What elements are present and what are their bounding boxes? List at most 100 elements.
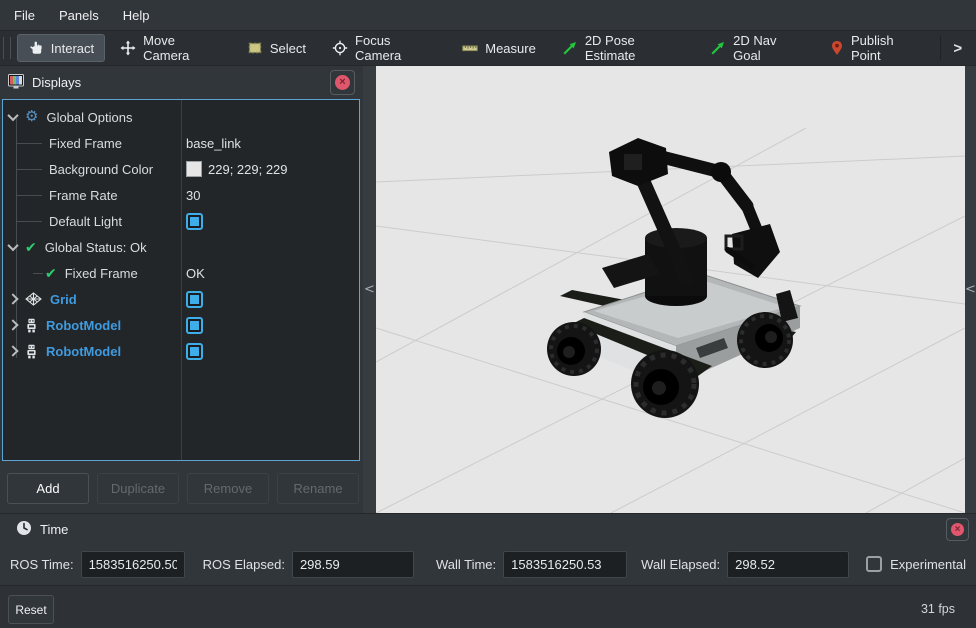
tool-label: 2D Nav Goal	[733, 33, 804, 63]
robot-icon	[25, 318, 38, 333]
tool-publish-point-button[interactable]: Publish Point	[819, 34, 934, 62]
displays-close-button[interactable]: ×	[330, 70, 355, 95]
green-arrow-icon	[710, 40, 726, 56]
clock-icon	[16, 520, 32, 539]
tree-row-robotmodel-2[interactable]: RobotModel	[3, 338, 359, 364]
grid-icon	[25, 292, 42, 306]
menu-help[interactable]: Help	[111, 0, 162, 31]
default-light-checkbox[interactable]	[186, 213, 203, 230]
toolbar-overflow-button[interactable]: >	[945, 34, 970, 62]
time-panel-header[interactable]: Time	[0, 514, 976, 545]
3d-viewport[interactable]	[376, 66, 965, 513]
wall-time-input[interactable]	[503, 551, 627, 578]
status-ok-check-icon: ✔	[45, 265, 57, 281]
displays-tree[interactable]: ⚙ Global Options Fixed Frame base_link B…	[2, 99, 360, 461]
tree-row-default-light[interactable]: Default Light	[3, 208, 359, 234]
frame-rate-value[interactable]: 30	[186, 188, 200, 203]
menu-file[interactable]: File	[2, 0, 47, 31]
background-color-value[interactable]: 229; 229; 229	[208, 162, 288, 177]
row-label: Background Color	[49, 162, 153, 177]
add-button[interactable]: Add	[7, 473, 89, 504]
ros-time-label: ROS Time:	[10, 557, 74, 572]
tree-row-global-status[interactable]: ✔ Global Status: Ok	[3, 234, 359, 260]
tool-label: Move Camera	[143, 33, 221, 63]
row-label: Fixed Frame	[49, 136, 122, 151]
panel-collapse-handle-right[interactable]: <	[965, 66, 976, 513]
chevron-left-icon: <	[364, 282, 375, 297]
reset-button[interactable]: Reset	[8, 595, 54, 624]
tree-row-background-color[interactable]: Background Color 229; 229; 229	[3, 156, 359, 182]
robot-model-render	[376, 66, 965, 513]
tool-2d-nav-goal-button[interactable]: 2D Nav Goal	[699, 34, 815, 62]
color-swatch[interactable]	[186, 161, 202, 177]
experimental-checkbox[interactable]	[866, 556, 882, 572]
wall-time-label: Wall Time:	[436, 557, 496, 572]
tool-measure-button[interactable]: Measure	[451, 34, 547, 62]
robotmodel-enabled-checkbox[interactable]	[186, 343, 203, 360]
robot-icon	[25, 344, 38, 359]
chevron-down-icon[interactable]	[7, 240, 18, 251]
close-icon: ×	[335, 75, 350, 90]
fixed-frame-value[interactable]: base_link	[186, 136, 241, 151]
tree-row-grid[interactable]: Grid	[3, 286, 359, 312]
move-arrows-icon	[120, 40, 136, 56]
displays-panel-header[interactable]: Displays	[0, 66, 363, 99]
statusbar: Reset 31 fps	[0, 585, 976, 628]
tool-label: Publish Point	[851, 33, 923, 63]
row-label: Fixed Frame	[65, 266, 138, 281]
chevron-right-icon[interactable]	[7, 293, 18, 304]
toolbar: Interact Move Camera Select	[0, 31, 976, 66]
tool-2d-pose-estimate-button[interactable]: 2D Pose Estimate	[551, 34, 695, 62]
tool-label: Interact	[51, 41, 94, 56]
displays-icon	[8, 74, 24, 92]
wall-elapsed-label: Wall Elapsed:	[641, 557, 720, 572]
chevron-right-icon[interactable]	[7, 345, 18, 356]
status-ok-check-icon: ✔	[25, 239, 37, 255]
selection-box-icon	[247, 40, 263, 56]
ros-elapsed-label: ROS Elapsed:	[203, 557, 285, 572]
toolbar-separator	[940, 35, 941, 61]
tree-guide-dash	[16, 221, 42, 222]
wall-elapsed-input[interactable]	[727, 551, 849, 578]
tool-label: Focus Camera	[355, 33, 436, 63]
tree-row-robotmodel-1[interactable]: RobotModel	[3, 312, 359, 338]
row-label: Global Status: Ok	[45, 240, 147, 255]
tool-move-camera-button[interactable]: Move Camera	[109, 34, 232, 62]
time-panel-title: Time	[40, 522, 68, 537]
tree-row-fixed-frame-status[interactable]: ✔ Fixed Frame OK	[3, 260, 359, 286]
menubar: File Panels Help	[0, 0, 976, 31]
duplicate-button: Duplicate	[97, 473, 179, 504]
tool-focus-camera-button[interactable]: Focus Camera	[321, 34, 447, 62]
tree-row-fixed-frame[interactable]: Fixed Frame base_link	[3, 130, 359, 156]
gear-icon: ⚙	[25, 109, 38, 125]
time-fields-row: ROS Time: ROS Elapsed: Wall Time: Wall E…	[10, 549, 966, 579]
row-label: Default Light	[49, 214, 122, 229]
time-close-button[interactable]: ×	[946, 518, 969, 541]
menu-panels[interactable]: Panels	[47, 0, 111, 31]
tree-row-global-options[interactable]: ⚙ Global Options	[3, 104, 359, 130]
tree-guide-dash	[16, 169, 42, 170]
grid-enabled-checkbox[interactable]	[186, 291, 203, 308]
rename-button: Rename	[277, 473, 359, 504]
tool-interact-button[interactable]: Interact	[17, 34, 105, 62]
ros-elapsed-input[interactable]	[292, 551, 414, 578]
displays-panel-title: Displays	[32, 75, 81, 90]
robotmodel-enabled-checkbox[interactable]	[186, 317, 203, 334]
tree-row-frame-rate[interactable]: Frame Rate 30	[3, 182, 359, 208]
chevron-left-icon: <	[965, 282, 976, 297]
experimental-label: Experimental	[890, 557, 966, 572]
row-label: RobotModel	[46, 344, 121, 359]
tool-label: Measure	[485, 41, 536, 56]
map-pin-icon	[830, 40, 844, 56]
panel-collapse-handle-left[interactable]: <	[363, 66, 376, 513]
tree-guide-dash	[16, 195, 42, 196]
chevron-down-icon[interactable]	[7, 110, 18, 121]
ros-time-input[interactable]	[81, 551, 185, 578]
toolbar-drag-handle[interactable]	[3, 37, 11, 59]
tree-guide-dash	[16, 143, 42, 144]
chevron-right-icon[interactable]	[7, 319, 18, 330]
display-buttons-row: Add Duplicate Remove Rename	[7, 473, 359, 504]
tool-select-button[interactable]: Select	[236, 34, 317, 62]
fps-counter: 31 fps	[921, 602, 955, 616]
hand-icon	[28, 40, 44, 56]
